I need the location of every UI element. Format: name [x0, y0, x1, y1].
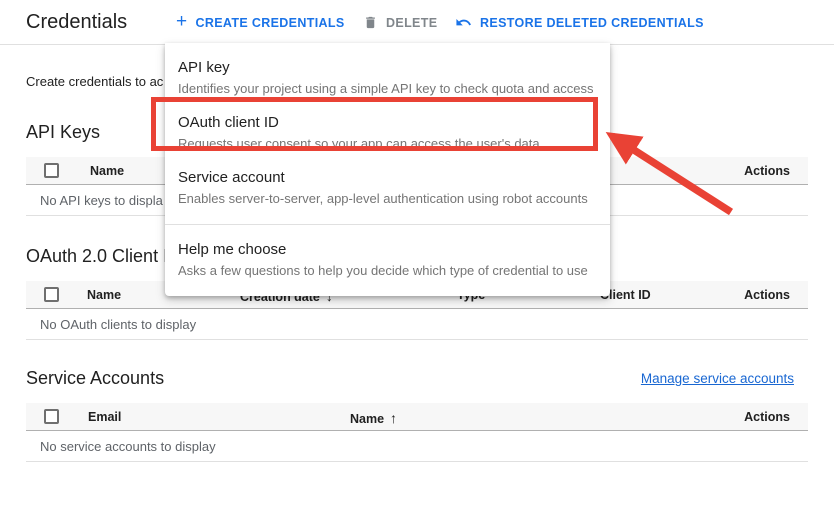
page-title: Credentials: [26, 11, 127, 34]
delete-button[interactable]: DELETE: [357, 0, 443, 45]
table-row: No service accounts to display: [26, 431, 808, 462]
api-keys-heading: API Keys: [26, 122, 100, 143]
column-header-name[interactable]: Name: [87, 288, 121, 302]
menu-item-oauth-client-id[interactable]: OAuth client ID Requests user consent so…: [165, 106, 610, 161]
restore-deleted-credentials-button[interactable]: RESTORE DELETED CREDENTIALS: [449, 0, 710, 45]
table-row: No OAuth clients to display: [26, 309, 808, 340]
create-credentials-label: CREATE CREDENTIALS: [195, 16, 344, 30]
menu-item-help-me-choose[interactable]: Help me choose Asks a few questions to h…: [165, 233, 610, 288]
plus-icon: +: [176, 12, 187, 31]
service-accounts-empty-text: No service accounts to display: [40, 439, 216, 454]
column-header-name[interactable]: Name: [90, 164, 124, 178]
delete-label: DELETE: [386, 16, 437, 30]
menu-divider: [165, 224, 610, 225]
menu-item-api-key[interactable]: API key Identifies your project using a …: [165, 51, 610, 106]
credentials-page: Credentials + CREATE CREDENTIALS DELETE …: [0, 0, 834, 505]
sort-ascending-icon: ↑: [390, 410, 397, 426]
manage-service-accounts-link[interactable]: Manage service accounts: [641, 371, 794, 386]
restore-label: RESTORE DELETED CREDENTIALS: [480, 16, 704, 30]
column-header-email[interactable]: Email: [88, 410, 121, 424]
select-all-checkbox[interactable]: [44, 163, 59, 178]
trash-icon: [363, 15, 378, 30]
service-accounts-table-header: Email Name↑ Actions: [26, 403, 808, 431]
undo-arrow-icon: [455, 14, 472, 31]
intro-text: Create credentials to ac: [26, 74, 163, 89]
service-accounts-heading: Service Accounts: [26, 368, 164, 389]
oauth-empty-text: No OAuth clients to display: [40, 317, 196, 332]
select-all-checkbox[interactable]: [44, 409, 59, 424]
column-header-actions: Actions: [744, 288, 790, 302]
api-keys-empty-text: No API keys to displa: [40, 193, 163, 208]
oauth-clients-heading: OAuth 2.0 Client I: [26, 246, 168, 267]
column-header-name[interactable]: Name↑: [350, 410, 397, 426]
service-accounts-table: Email Name↑ Actions No service accounts …: [26, 403, 808, 462]
create-credentials-button[interactable]: + CREATE CREDENTIALS: [170, 0, 351, 45]
column-header-actions: Actions: [744, 164, 790, 178]
column-header-actions: Actions: [744, 410, 790, 424]
menu-item-service-account[interactable]: Service account Enables server-to-server…: [165, 161, 610, 216]
select-all-checkbox[interactable]: [44, 287, 59, 302]
top-action-bar: Credentials + CREATE CREDENTIALS DELETE …: [0, 0, 834, 45]
create-credentials-dropdown-menu: API key Identifies your project using a …: [165, 43, 610, 296]
